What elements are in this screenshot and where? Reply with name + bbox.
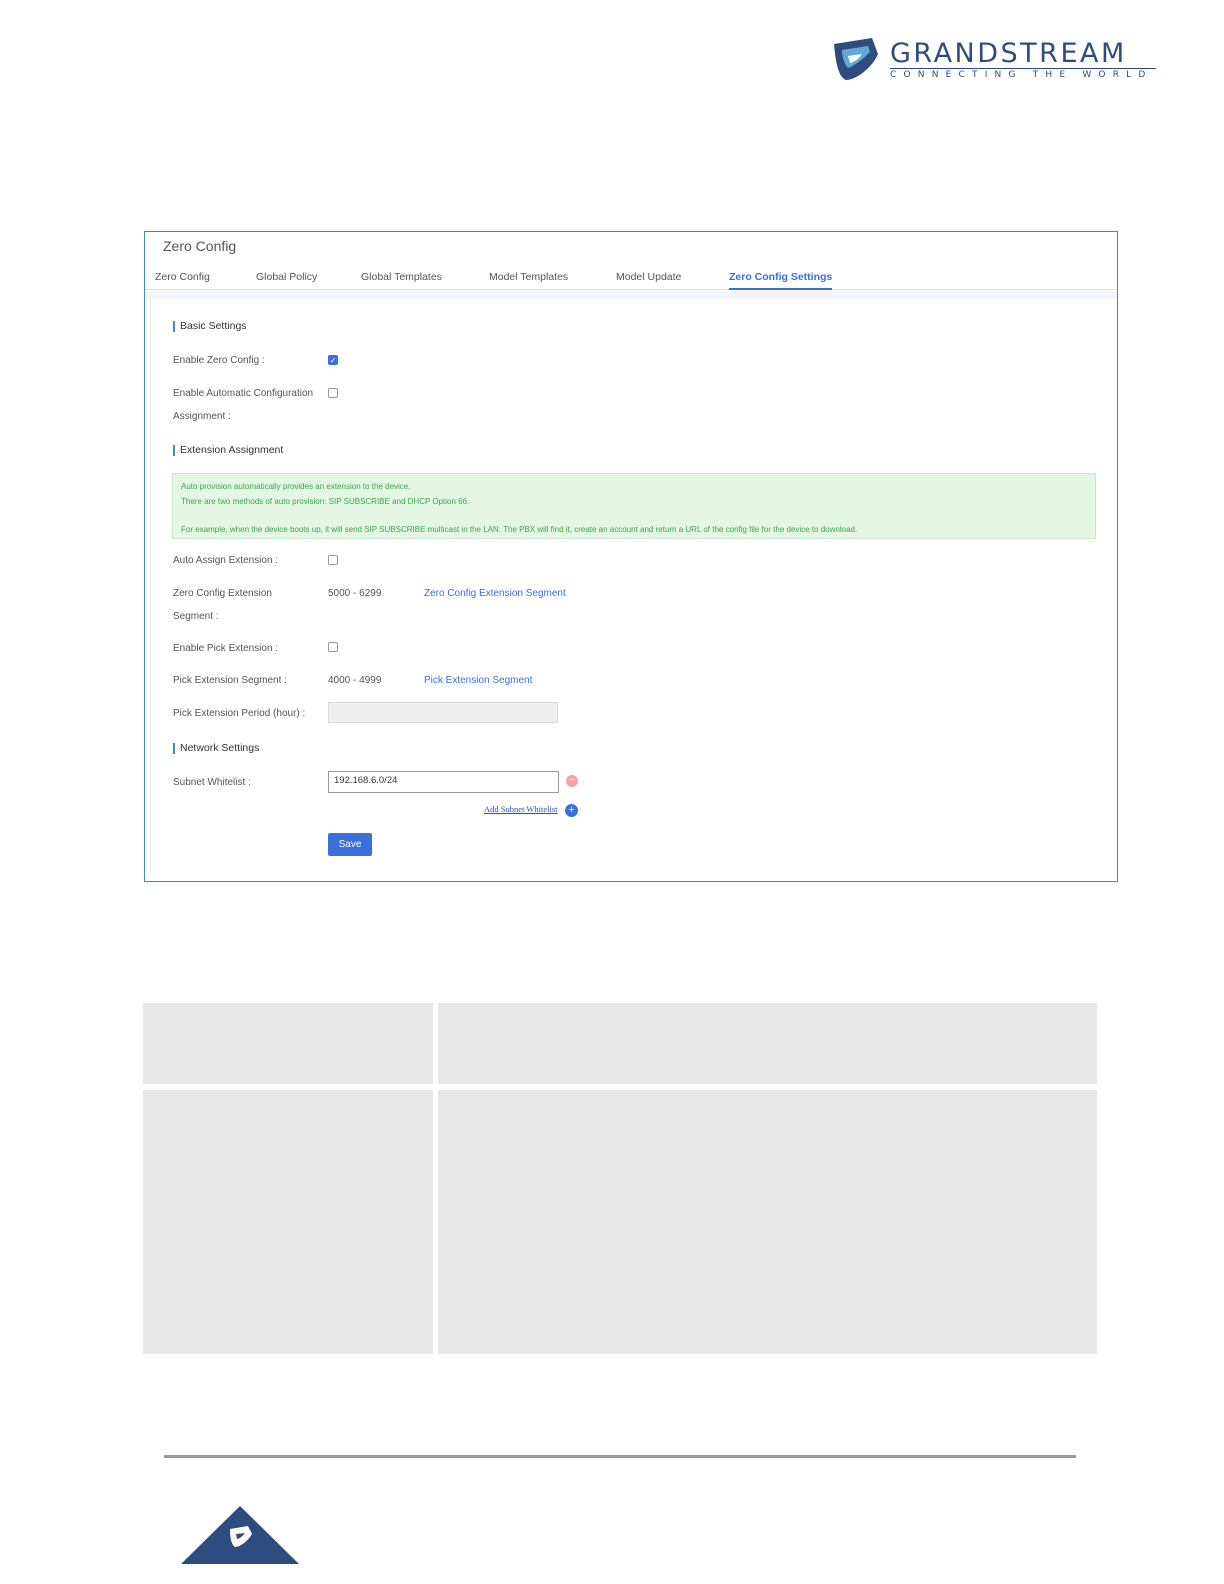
tab-zero-config-settings[interactable]: Zero Config Settings <box>729 271 833 290</box>
auto-assign-checkbox[interactable] <box>328 555 338 565</box>
tab-global-policy[interactable]: Global Policy <box>256 271 317 283</box>
auto-config-checkbox[interactable] <box>328 388 338 398</box>
save-button[interactable]: Save <box>328 833 372 856</box>
tab-model-update[interactable]: Model Update <box>616 271 681 283</box>
grandstream-logo-icon <box>834 38 878 80</box>
enable-zero-config-checkbox[interactable]: ✓ <box>328 355 338 365</box>
tab-global-templates[interactable]: Global Templates <box>361 271 442 283</box>
zero-config-segment-link[interactable]: Zero Config Extension Segment <box>424 588 566 599</box>
info-line-1: Auto provision automatically provides an… <box>181 482 411 491</box>
auto-config-label: Enable Automatic Configuration <box>173 388 314 399</box>
brand-tagline: CONNECTING THE WORLD <box>890 68 1156 80</box>
table-cell <box>143 1003 433 1084</box>
info-box: Auto provision automatically provides an… <box>172 473 1096 539</box>
segment-label-2: Segment : <box>173 611 219 622</box>
segment-label: Zero Config Extension <box>173 588 272 599</box>
auto-assign-label: Auto Assign Extension : <box>173 555 279 566</box>
tab-model-templates[interactable]: Model Templates <box>489 271 568 283</box>
pick-period-label: Pick Extension Period (hour) : <box>173 708 306 719</box>
pick-segment-link[interactable]: Pick Extension Segment <box>424 675 532 686</box>
tab-zero-config[interactable]: Zero Config <box>155 271 210 283</box>
auto-config-label-2: Assignment : <box>173 411 231 422</box>
pick-extension-label: Enable Pick Extension : <box>173 643 279 654</box>
zero-config-window: Zero Config Zero Config Global Policy Gl… <box>144 231 1118 882</box>
brand-name: GRANDSTREAM <box>890 38 1127 69</box>
page-title: Zero Config <box>163 238 237 254</box>
table-cell <box>438 1003 1097 1084</box>
info-line-3: For example, when the device boots up, i… <box>181 525 858 534</box>
section-basic-settings: Basic Settings <box>173 321 247 332</box>
footer-divider <box>164 1455 1076 1458</box>
table-cell <box>438 1090 1097 1354</box>
section-network-settings: Network Settings <box>173 743 259 754</box>
add-subnet-icon[interactable]: + <box>565 804 578 817</box>
enable-zero-config-label: Enable Zero Config : <box>173 355 265 366</box>
pick-period-input[interactable] <box>328 702 558 723</box>
info-line-2: There are two methods of auto provision:… <box>181 496 470 506</box>
remove-subnet-icon[interactable]: − <box>566 775 578 787</box>
pick-segment-value: 4000 - 4999 <box>328 675 382 686</box>
add-subnet-link[interactable]: Add Subnet Whitelist <box>484 804 558 814</box>
segment-value: 5000 - 6299 <box>328 588 382 599</box>
subnet-whitelist-label: Subnet Whitelist : <box>173 777 251 788</box>
pick-segment-label: Pick Extension Segment : <box>173 675 287 686</box>
section-extension-assignment: Extension Assignment <box>173 445 283 456</box>
pick-extension-checkbox[interactable] <box>328 642 338 652</box>
footer-logo-icon <box>228 1526 254 1554</box>
subnet-whitelist-input[interactable]: 192.168.6.0/24 <box>328 771 559 793</box>
tab-bar: Zero Config Global Policy Global Templat… <box>145 269 1117 290</box>
grandstream-logo: GRANDSTREAM CONNECTING THE WORLD <box>832 38 1162 84</box>
table-cell <box>143 1090 433 1354</box>
